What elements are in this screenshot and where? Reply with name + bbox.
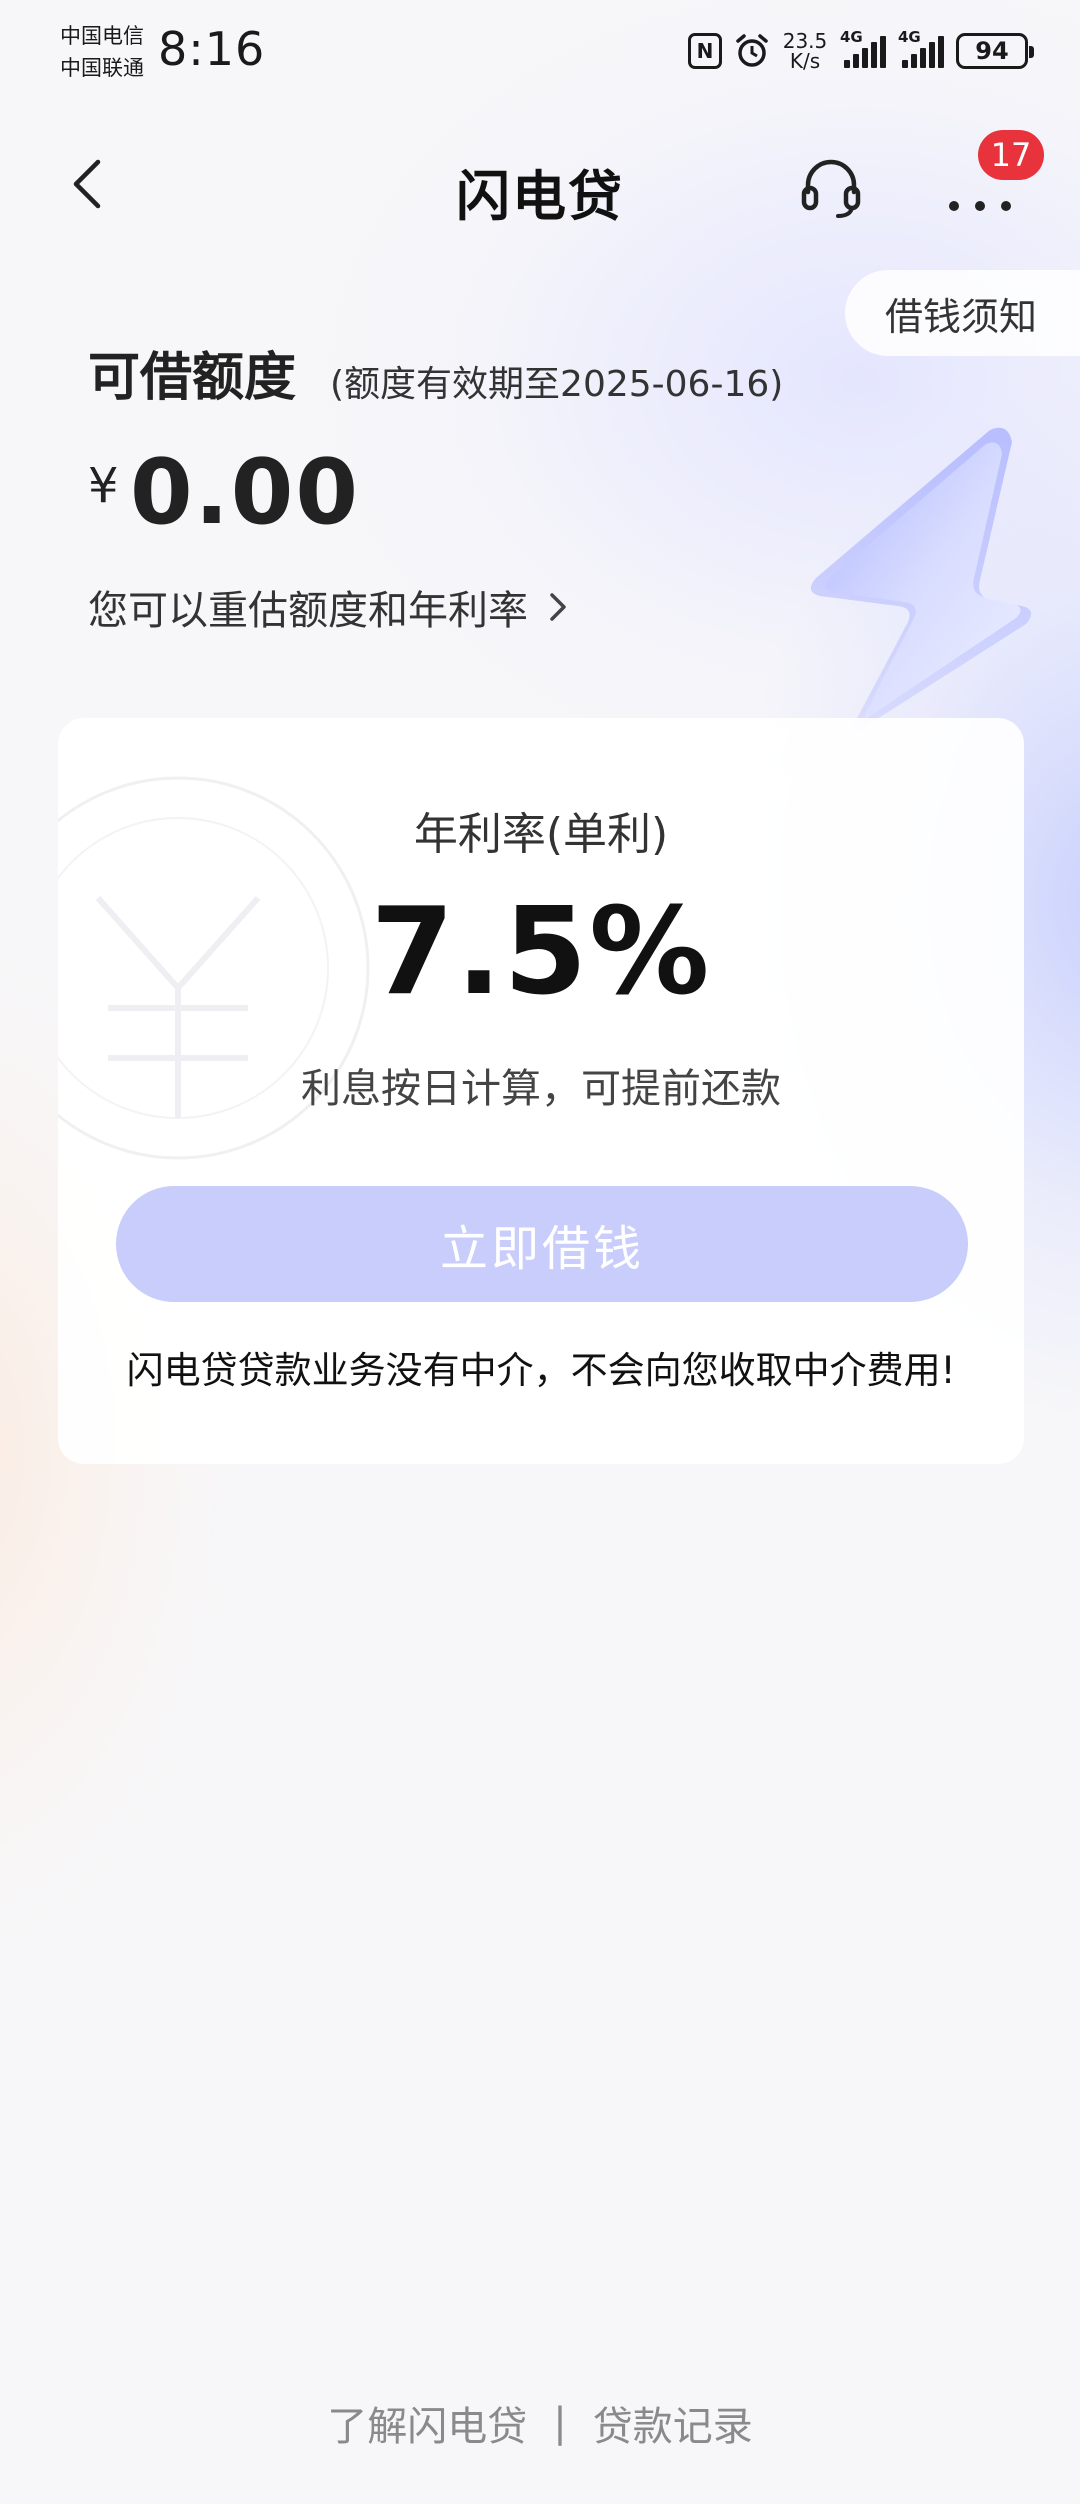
currency-symbol: ¥	[88, 458, 119, 514]
status-bar: 中国电信 中国联通 8:16 N 23.5 K/s 4G 4G 94	[0, 0, 1080, 110]
reassess-link-label: 您可以重估额度和年利率	[88, 588, 528, 634]
credit-validity: (额度有效期至2025-06-16)	[330, 364, 784, 405]
customer-service-icon[interactable]	[796, 152, 866, 222]
annual-rate-label: 年利率(单利)	[413, 809, 669, 860]
interest-note: 利息按日计算，可提前还款	[301, 1066, 781, 1112]
borrow-now-button[interactable]: 立即借钱	[116, 1186, 968, 1302]
reassess-link[interactable]: 您可以重估额度和年利率	[88, 578, 572, 636]
notification-badge: 17	[978, 130, 1044, 180]
signal-2-icon: 4G	[898, 28, 944, 68]
credit-amount: 0.00	[130, 440, 361, 545]
about-link[interactable]: 了解闪电贷	[327, 2394, 527, 2452]
loan-records-link[interactable]: 贷款记录	[593, 2394, 753, 2452]
credit-limit-title: 可借额度	[88, 348, 297, 408]
chevron-right-icon	[550, 593, 566, 621]
no-agent-disclaimer: 闪电贷贷款业务没有中介，不会向您收取中介费用!	[126, 1349, 956, 1392]
nav-bar: 闪电贷	[0, 130, 1080, 240]
carrier-info: 中国电信 中国联通	[60, 20, 144, 84]
nfc-icon: N	[688, 33, 722, 69]
signal-2-label: 4G	[898, 28, 921, 46]
page-title: 闪电贷	[456, 165, 624, 228]
lightning-bolt-graphic	[810, 427, 1032, 732]
borrowing-notice-tab[interactable]: 借钱须知	[845, 270, 1080, 356]
annual-rate-value: 7.5%	[370, 883, 712, 1022]
signal-1-label: 4G	[840, 28, 863, 46]
alarm-icon	[736, 34, 768, 67]
network-speed-unit: K/s	[789, 49, 821, 73]
footer-separator: |	[553, 2400, 567, 2446]
status-icons: N 23.5 K/s 4G 4G 94	[688, 28, 1034, 74]
footer-links: 了解闪电贷 | 贷款记录	[0, 2394, 1080, 2452]
network-speed: 23.5 K/s	[782, 31, 828, 71]
battery-icon: 94	[956, 33, 1034, 69]
loan-card: 年利率(单利) 7.5% 利息按日计算，可提前还款 立即借钱 闪电贷贷款业务没有…	[58, 718, 1024, 1464]
app-screen: 中国电信 中国联通 8:16 N 23.5 K/s 4G 4G 94 闪电贷 1…	[0, 0, 1080, 2504]
clock: 8:16	[158, 22, 266, 76]
carrier-2: 中国联通	[60, 56, 144, 80]
signal-1-icon: 4G	[840, 28, 886, 68]
carrier-1: 中国电信	[60, 24, 144, 48]
network-speed-value: 23.5	[782, 29, 828, 53]
